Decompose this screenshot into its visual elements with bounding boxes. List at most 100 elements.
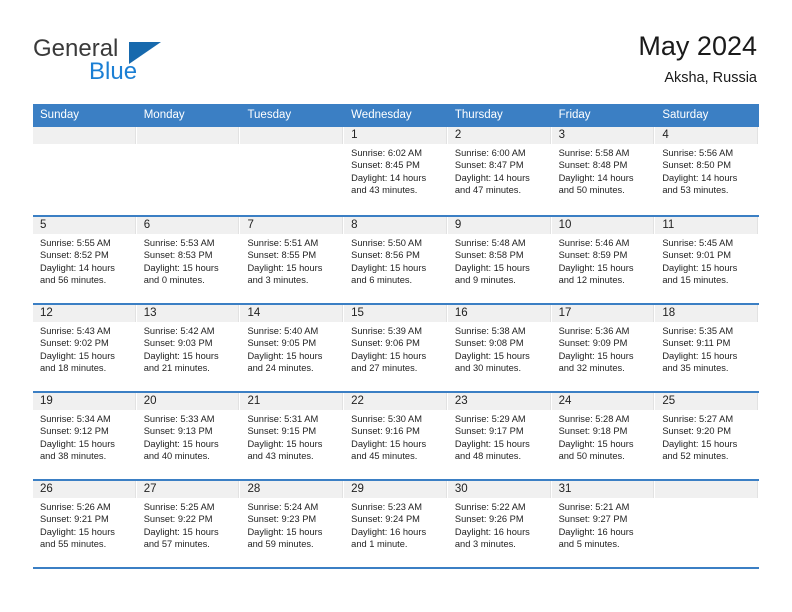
day-info-line: Daylight: 15 hours <box>143 350 219 361</box>
day-number-band <box>33 127 136 144</box>
day-info-line: and 1 minute. <box>351 539 408 550</box>
day-info-line: Sunset: 9:23 PM <box>247 514 317 525</box>
day-number-band: 29 <box>344 481 447 498</box>
calendar-day-cell[interactable]: 4 Sunrise: 5:56 AM Sunset: 8:50 PM Daylight… <box>655 127 760 215</box>
calendar-day-cell[interactable]: 20 Sunrise: 5:33 AM Sunset: 9:13 PM Dayligh… <box>136 393 241 479</box>
day-sun-info: Sunrise: 5:30 AM Sunset: 9:16 PM Daylight:… <box>344 410 447 463</box>
day-sun-info: Sunrise: 5:50 AM Sunset: 8:56 PM Daylight:… <box>344 234 447 287</box>
day-info-line: Daylight: 15 hours <box>558 262 634 273</box>
day-number-band: 5 <box>33 217 136 234</box>
calendar-day-cell[interactable]: 19 Sunrise: 5:34 AM Sunset: 9:12 PM Dayligh… <box>33 393 137 479</box>
calendar-day-cell[interactable]: 14 Sunrise: 5:40 AM Sunset: 9:05 PM Dayligh… <box>240 305 345 391</box>
calendar-day-cell[interactable]: 27 Sunrise: 5:25 AM Sunset: 9:22 PM Dayligh… <box>136 481 241 567</box>
day-number-band: 19 <box>33 393 136 410</box>
day-info-line: Daylight: 15 hours <box>351 438 427 449</box>
day-info-line: and 45 minutes. <box>351 451 418 462</box>
day-sun-info: Sunrise: 5:26 AM Sunset: 9:21 PM Daylight:… <box>33 498 136 551</box>
day-number: 16 <box>454 307 468 319</box>
day-info-line: Daylight: 15 hours <box>558 350 634 361</box>
day-info-line: and 21 minutes. <box>143 363 210 374</box>
day-sun-info: Sunrise: 5:43 AM Sunset: 9:02 PM Daylight:… <box>33 322 136 375</box>
day-info-line: and 48 minutes. <box>454 451 522 462</box>
day-number-band: 31 <box>551 481 655 498</box>
day-sun-info: Sunrise: 5:23 AM Sunset: 9:24 PM Daylight:… <box>344 498 447 551</box>
calendar-day-cell-empty <box>240 127 345 215</box>
calendar-day-cell[interactable]: 3 Sunrise: 5:58 AM Sunset: 8:48 PM Daylight… <box>551 127 656 215</box>
day-number: 5 <box>40 219 47 231</box>
day-info-line: Sunrise: 5:48 AM <box>454 238 526 248</box>
day-number-band: 12 <box>33 305 136 322</box>
day-info-line: Sunrise: 5:30 AM <box>351 414 422 424</box>
brand-name-blue: Blue <box>89 58 138 85</box>
day-sun-info: Sunrise: 5:34 AM Sunset: 9:12 PM Daylight:… <box>33 410 136 463</box>
calendar-day-cell[interactable]: 6 Sunrise: 5:53 AM Sunset: 8:53 PM Daylight… <box>136 217 241 303</box>
calendar-day-cell[interactable]: 7 Sunrise: 5:51 AM Sunset: 8:55 PM Daylight… <box>240 217 345 303</box>
day-info-line: Sunrise: 5:42 AM <box>143 326 215 336</box>
calendar-day-cell[interactable]: 13 Sunrise: 5:42 AM Sunset: 9:03 PM Dayligh… <box>136 305 241 391</box>
day-sun-info: Sunrise: 5:55 AM Sunset: 8:52 PM Daylight:… <box>33 234 136 287</box>
calendar-day-cell[interactable]: 15 Sunrise: 5:39 AM Sunset: 9:06 PM Dayligh… <box>344 305 448 391</box>
day-info-line: and 5 minutes. <box>558 539 620 550</box>
calendar-day-cell[interactable]: 17 Sunrise: 5:36 AM Sunset: 9:09 PM Dayligh… <box>551 305 656 391</box>
day-info-line: and 38 minutes. <box>40 451 107 462</box>
day-info-line: Sunrise: 5:29 AM <box>454 414 526 424</box>
day-info-line: Sunrise: 5:28 AM <box>558 414 630 424</box>
calendar-day-cell[interactable]: 28 Sunrise: 5:24 AM Sunset: 9:23 PM Dayligh… <box>240 481 345 567</box>
day-info-line: and 43 minutes. <box>247 451 314 462</box>
day-info-line: and 27 minutes. <box>351 363 418 374</box>
calendar-day-cell[interactable]: 22 Sunrise: 5:30 AM Sunset: 9:16 PM Dayligh… <box>344 393 448 479</box>
calendar-day-cell[interactable]: 12 Sunrise: 5:43 AM Sunset: 9:02 PM Dayligh… <box>33 305 137 391</box>
day-info-line: and 3 minutes. <box>454 539 516 550</box>
day-number-band: 26 <box>33 481 136 498</box>
day-sun-info <box>137 144 240 147</box>
day-of-week-friday: Friday <box>558 109 591 121</box>
calendar-day-cell[interactable]: 1 Sunrise: 6:02 AM Sunset: 8:45 PM Daylight… <box>344 127 448 215</box>
day-info-line: Sunset: 9:09 PM <box>558 338 628 349</box>
calendar-day-cell[interactable]: 11 Sunrise: 5:45 AM Sunset: 9:01 PM Dayligh… <box>655 217 760 303</box>
day-info-line: Daylight: 15 hours <box>351 350 427 361</box>
calendar-day-cell[interactable]: 29 Sunrise: 5:23 AM Sunset: 9:24 PM Dayligh… <box>344 481 448 567</box>
day-sun-info: Sunrise: 5:28 AM Sunset: 9:18 PM Daylight:… <box>552 410 655 463</box>
day-number: 11 <box>662 219 675 231</box>
day-info-line: Sunrise: 5:26 AM <box>40 502 111 512</box>
calendar-day-cell[interactable]: 9 Sunrise: 5:48 AM Sunset: 8:58 PM Daylight… <box>447 217 552 303</box>
title-block: May 2024 Aksha, Russia <box>638 30 757 88</box>
calendar-page: General Blue May 2024 Aksha, Russia Sund… <box>0 0 792 612</box>
calendar-day-cell[interactable]: 18 Sunrise: 5:35 AM Sunset: 9:11 PM Dayligh… <box>655 305 760 391</box>
page-subtitle: Aksha, Russia <box>664 70 757 86</box>
day-number: 4 <box>662 129 669 141</box>
day-info-line: Daylight: 14 hours <box>351 172 427 183</box>
calendar-day-cell[interactable]: 30 Sunrise: 5:22 AM Sunset: 9:26 PM Dayligh… <box>447 481 552 567</box>
calendar-day-cell[interactable]: 10 Sunrise: 5:46 AM Sunset: 8:59 PM Dayligh… <box>551 217 656 303</box>
day-info-line: Sunset: 9:15 PM <box>247 426 317 437</box>
brand-logo[interactable]: General Blue <box>33 36 253 92</box>
day-info-line: Daylight: 14 hours <box>454 172 530 183</box>
day-number-band <box>240 127 344 144</box>
day-number-band: 27 <box>136 481 240 498</box>
day-sun-info: Sunrise: 5:51 AM Sunset: 8:55 PM Daylight:… <box>240 234 343 287</box>
calendar-day-cell[interactable]: 23 Sunrise: 5:29 AM Sunset: 9:17 PM Dayligh… <box>447 393 552 479</box>
day-info-line: Sunrise: 5:36 AM <box>558 326 630 336</box>
calendar-day-cell[interactable]: 8 Sunrise: 5:50 AM Sunset: 8:56 PM Daylight… <box>344 217 448 303</box>
day-info-line: Sunset: 9:18 PM <box>558 426 628 437</box>
day-info-line: and 0 minutes. <box>143 275 205 286</box>
calendar-day-cell[interactable]: 2 Sunrise: 6:00 AM Sunset: 8:47 PM Daylight… <box>447 127 552 215</box>
calendar-day-cell[interactable]: 24 Sunrise: 5:28 AM Sunset: 9:18 PM Dayligh… <box>551 393 656 479</box>
calendar-week-row: 26 Sunrise: 5:26 AM Sunset: 9:21 PM Dayligh… <box>33 479 760 567</box>
day-info-line: Sunset: 9:26 PM <box>454 514 524 525</box>
calendar-day-cell[interactable]: 16 Sunrise: 5:38 AM Sunset: 9:08 PM Dayligh… <box>447 305 552 391</box>
day-info-line: Daylight: 16 hours <box>351 526 427 537</box>
day-info-line: Sunset: 9:08 PM <box>454 338 524 349</box>
day-number-band <box>655 481 759 498</box>
calendar-day-cell[interactable]: 25 Sunrise: 5:27 AM Sunset: 9:20 PM Dayligh… <box>655 393 760 479</box>
day-info-line: Daylight: 15 hours <box>40 350 115 361</box>
calendar-day-cell[interactable]: 26 Sunrise: 5:26 AM Sunset: 9:21 PM Dayligh… <box>33 481 137 567</box>
calendar-day-cell[interactable]: 21 Sunrise: 5:31 AM Sunset: 9:15 PM Dayligh… <box>240 393 345 479</box>
calendar-day-cell[interactable]: 5 Sunrise: 5:55 AM Sunset: 8:52 PM Daylight… <box>33 217 137 303</box>
day-info-line: and 53 minutes. <box>662 185 729 196</box>
calendar-day-cell[interactable]: 31 Sunrise: 5:21 AM Sunset: 9:27 PM Dayligh… <box>551 481 656 567</box>
day-info-line: Sunrise: 6:00 AM <box>454 148 526 158</box>
day-info-line: Sunrise: 5:21 AM <box>558 502 630 512</box>
day-number-band: 20 <box>136 393 240 410</box>
day-info-line: Sunrise: 6:02 AM <box>351 148 422 158</box>
